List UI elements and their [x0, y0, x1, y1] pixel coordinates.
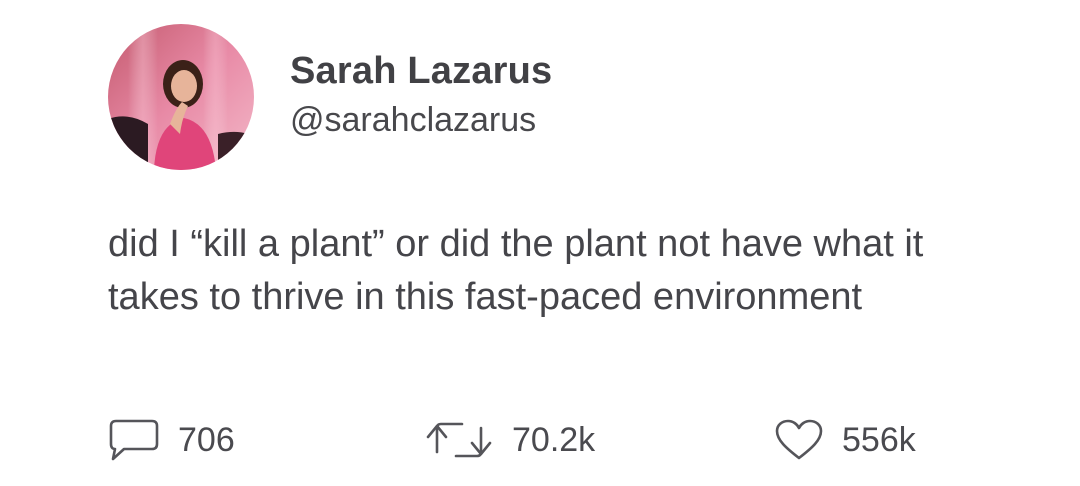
retweet-button[interactable]: 70.2k — [424, 418, 595, 462]
speech-bubble-icon — [108, 418, 160, 462]
retweet-icon — [424, 418, 494, 462]
retweet-count: 70.2k — [512, 420, 596, 459]
avatar[interactable] — [108, 24, 254, 170]
reply-button[interactable]: 706 — [108, 418, 235, 462]
tweet-card: Sarah Lazarus @sarahclazarus did I “kill… — [0, 0, 1080, 486]
tweet-text: did I “kill a plant” or did the plant no… — [108, 223, 924, 318]
display-name[interactable]: Sarah Lazarus — [290, 50, 552, 93]
like-count: 556k — [842, 420, 916, 459]
reply-count: 706 — [178, 420, 235, 459]
like-button[interactable]: 556k — [774, 418, 916, 462]
heart-icon — [774, 418, 824, 462]
avatar-image — [108, 24, 254, 170]
user-handle[interactable]: @sarahclazarus — [290, 101, 536, 140]
